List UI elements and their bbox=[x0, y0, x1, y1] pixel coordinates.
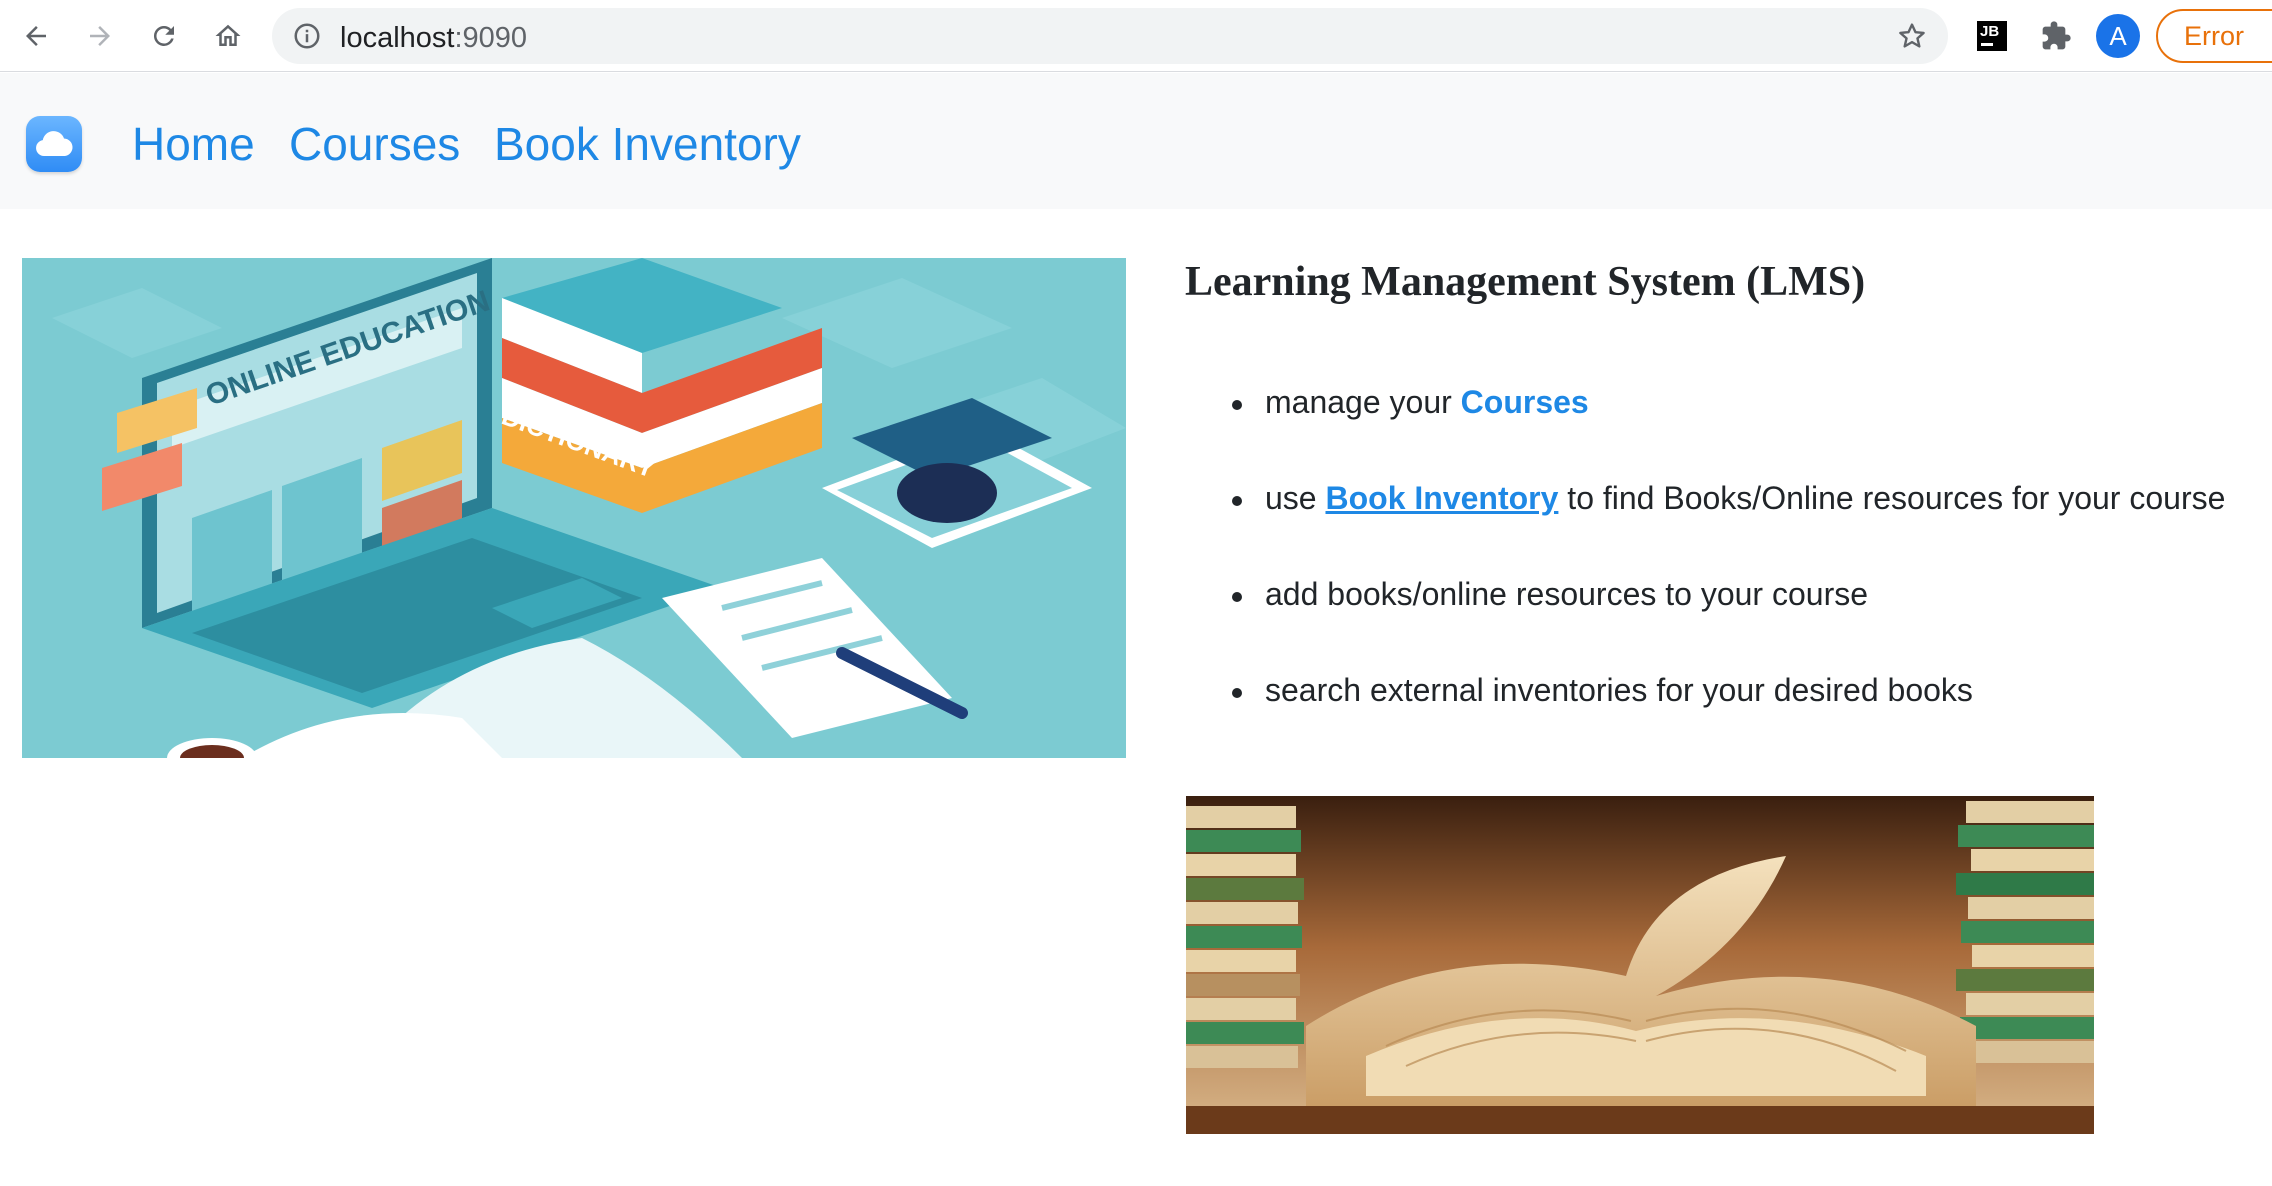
book-inventory-link[interactable]: Book Inventory bbox=[1325, 480, 1558, 516]
bookmark-star-icon[interactable] bbox=[1896, 20, 1928, 52]
jetbrains-icon: JB bbox=[1977, 21, 2007, 51]
online-education-illustration: ONLINE EDUCATION DICTIONARY bbox=[22, 258, 1126, 758]
address-bar[interactable]: localhost:9090 bbox=[272, 8, 1948, 64]
home-icon bbox=[215, 24, 241, 46]
error-chip[interactable]: Error bbox=[2156, 9, 2272, 63]
arrow-left-icon bbox=[26, 26, 46, 46]
list-item: add books/online resources to your cours… bbox=[1185, 576, 1868, 613]
info-icon[interactable] bbox=[292, 21, 322, 51]
avatar: A bbox=[2096, 14, 2140, 58]
nav-link-courses[interactable]: Courses bbox=[289, 117, 460, 171]
url-text[interactable]: localhost:9090 bbox=[340, 22, 527, 55]
home-button[interactable] bbox=[206, 14, 250, 58]
puzzle-icon bbox=[2042, 21, 2071, 50]
list-item: search external inventories for your des… bbox=[1185, 672, 1973, 709]
cloud-logo-icon[interactable] bbox=[26, 116, 82, 172]
profile-button[interactable]: A bbox=[2096, 14, 2140, 58]
list-item: manage your Courses bbox=[1185, 384, 1589, 421]
open-books-photo bbox=[1186, 796, 2094, 1134]
reload-icon bbox=[153, 25, 174, 46]
courses-link[interactable]: Courses bbox=[1461, 384, 1589, 420]
jetbrains-extension-button[interactable]: JB bbox=[1972, 16, 2012, 56]
extensions-button[interactable] bbox=[2036, 16, 2076, 56]
arrow-right-icon bbox=[90, 26, 110, 46]
list-item: use Book Inventory to find Books/Online … bbox=[1185, 480, 2225, 517]
reload-button[interactable] bbox=[142, 14, 186, 58]
nav-link-home[interactable]: Home bbox=[132, 117, 255, 171]
nav-link-book-inventory[interactable]: Book Inventory bbox=[494, 117, 801, 171]
forward-button[interactable] bbox=[78, 14, 122, 58]
browser-toolbar: localhost:9090 JB A Error bbox=[0, 0, 2272, 72]
app-navbar: Home Courses Book Inventory bbox=[0, 73, 2272, 209]
page-title: Learning Management System (LMS) bbox=[1185, 259, 1866, 305]
back-button[interactable] bbox=[14, 14, 58, 58]
